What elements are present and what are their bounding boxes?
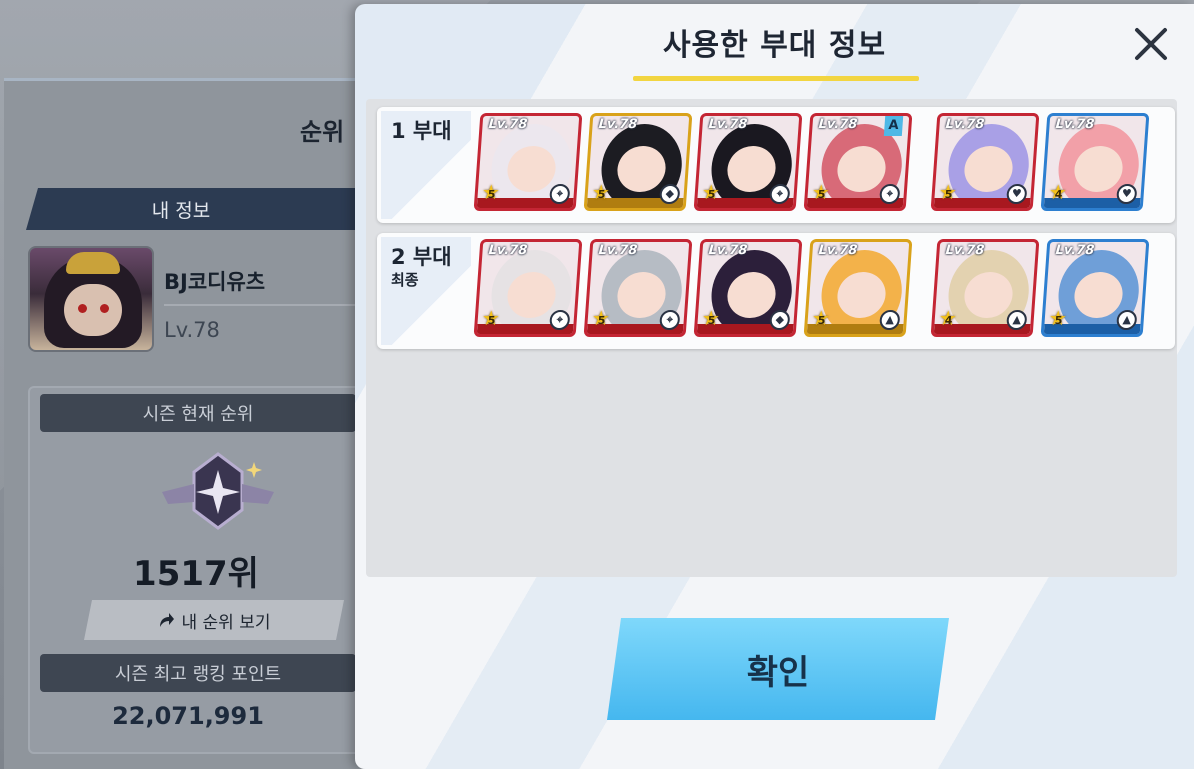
star-count: 5 [487,314,496,327]
character-level: Lv.78 [488,117,528,132]
star-count: 5 [597,314,606,327]
season-rank-value: 1517위 [133,554,259,594]
character-level: Lv.78 [708,117,748,132]
star-count: 5 [817,188,826,201]
best-points-value: 22,071,991 [112,702,264,730]
character-card[interactable]: Lv.78 ★ 5 ⌖ [693,113,803,211]
ranking-tab-title: 순위 [300,118,345,146]
star-icon: ★ 5 [481,180,501,204]
close-icon [1135,28,1167,60]
modal-title: 사용한 부대 정보 [662,28,887,63]
player-name: BJ코디유츠 [164,270,266,294]
rank-badge: A [883,116,904,136]
star-count: 5 [817,314,826,327]
character-level: Lv.78 [708,243,748,258]
star-count: 4 [1054,188,1063,201]
star-count: 5 [1054,314,1063,327]
view-my-rank-label: 내 순위 보기 [181,612,271,633]
character-level: Lv.78 [945,117,985,132]
squad-row: 2 부대 최종 Lv.78 ★ 5 ⌖ Lv.78 ★ 5 ⌖ Lv.78 ★ 5 ◆ Lv.78 ★ 5 ▲… [377,233,1175,349]
star-count: 5 [487,188,496,201]
squad-name: 1 부대 [391,119,452,143]
star-icon: ★ 4 [1048,180,1068,204]
season-rank-header: 시즌 현재 순위 [40,394,356,432]
character-card[interactable]: Lv.78 ★ 4 ▲ [930,239,1040,337]
star-icon: ★ 5 [481,306,501,330]
squad-name: 2 부대 [391,245,452,269]
character-card[interactable]: Lv.78 ★ 4 ♥ [1040,113,1150,211]
character-card[interactable]: Lv.78 ★ 5 ◆ [693,239,803,337]
share-arrow-icon [157,611,175,629]
character-card[interactable]: Lv.78 ★ 5 ♥ [930,113,1040,211]
character-level: Lv.78 [1055,243,1095,258]
character-card[interactable]: Lv.78 ★ 5 ◆ [583,113,693,211]
character-level: Lv.78 [818,117,858,132]
divider [164,304,364,306]
squad-subtitle: 최종 [391,271,419,289]
character-level: Lv.78 [598,117,638,132]
star-icon: ★ 5 [811,306,831,330]
character-card[interactable]: Lv.78 ★ 5 ⌖ A [803,113,913,211]
star-icon: ★ 4 [938,306,958,330]
star-icon: ★ 5 [938,180,958,204]
title-underline [633,76,919,81]
squad-row: 1 부대 Lv.78 ★ 5 ⌖ Lv.78 ★ 5 ◆ Lv.78 ★ 5 ⌖ Lv.78 ★ 5 ⌖ A Lv… [377,107,1175,223]
star-icon: ★ 5 [811,180,831,204]
rank-emblem-icon [162,452,274,530]
character-card[interactable]: Lv.78 ★ 5 ▲ [803,239,913,337]
star-icon: ★ 5 [701,306,721,330]
player-avatar [28,246,154,352]
character-card[interactable]: Lv.78 ★ 5 ▲ [1040,239,1150,337]
player-level: Lv.78 [164,318,220,342]
star-count: 5 [597,188,606,201]
star-count: 5 [707,314,716,327]
star-count: 5 [944,188,953,201]
my-info-header: 내 정보 [26,188,376,230]
best-points-header: 시즌 최고 랭킹 포인트 [40,654,356,692]
close-button[interactable] [1129,22,1173,66]
character-card[interactable]: Lv.78 ★ 5 ⌖ [473,239,583,337]
squad-info-modal: 사용한 부대 정보 1 부대 Lv.78 ★ 5 ⌖ Lv.78 ★ 5 ◆ Lv.78 ★ 5 ⌖ L… [355,4,1194,769]
character-card[interactable]: Lv.78 ★ 5 ⌖ [473,113,583,211]
star-icon: ★ 5 [1048,306,1068,330]
squad-list: 1 부대 Lv.78 ★ 5 ⌖ Lv.78 ★ 5 ◆ Lv.78 ★ 5 ⌖ Lv.78 ★ 5 ⌖ A Lv… [366,99,1177,577]
character-level: Lv.78 [945,243,985,258]
character-card[interactable]: Lv.78 ★ 5 ⌖ [583,239,693,337]
star-icon: ★ 5 [591,180,611,204]
character-level: Lv.78 [1055,117,1095,132]
star-count: 4 [944,314,953,327]
star-icon: ★ 5 [701,180,721,204]
character-level: Lv.78 [818,243,858,258]
character-level: Lv.78 [598,243,638,258]
star-count: 5 [707,188,716,201]
character-level: Lv.78 [488,243,528,258]
confirm-button[interactable]: 확인 [607,618,949,720]
view-my-rank-button[interactable]: 내 순위 보기 [84,600,344,640]
star-icon: ★ 5 [591,306,611,330]
